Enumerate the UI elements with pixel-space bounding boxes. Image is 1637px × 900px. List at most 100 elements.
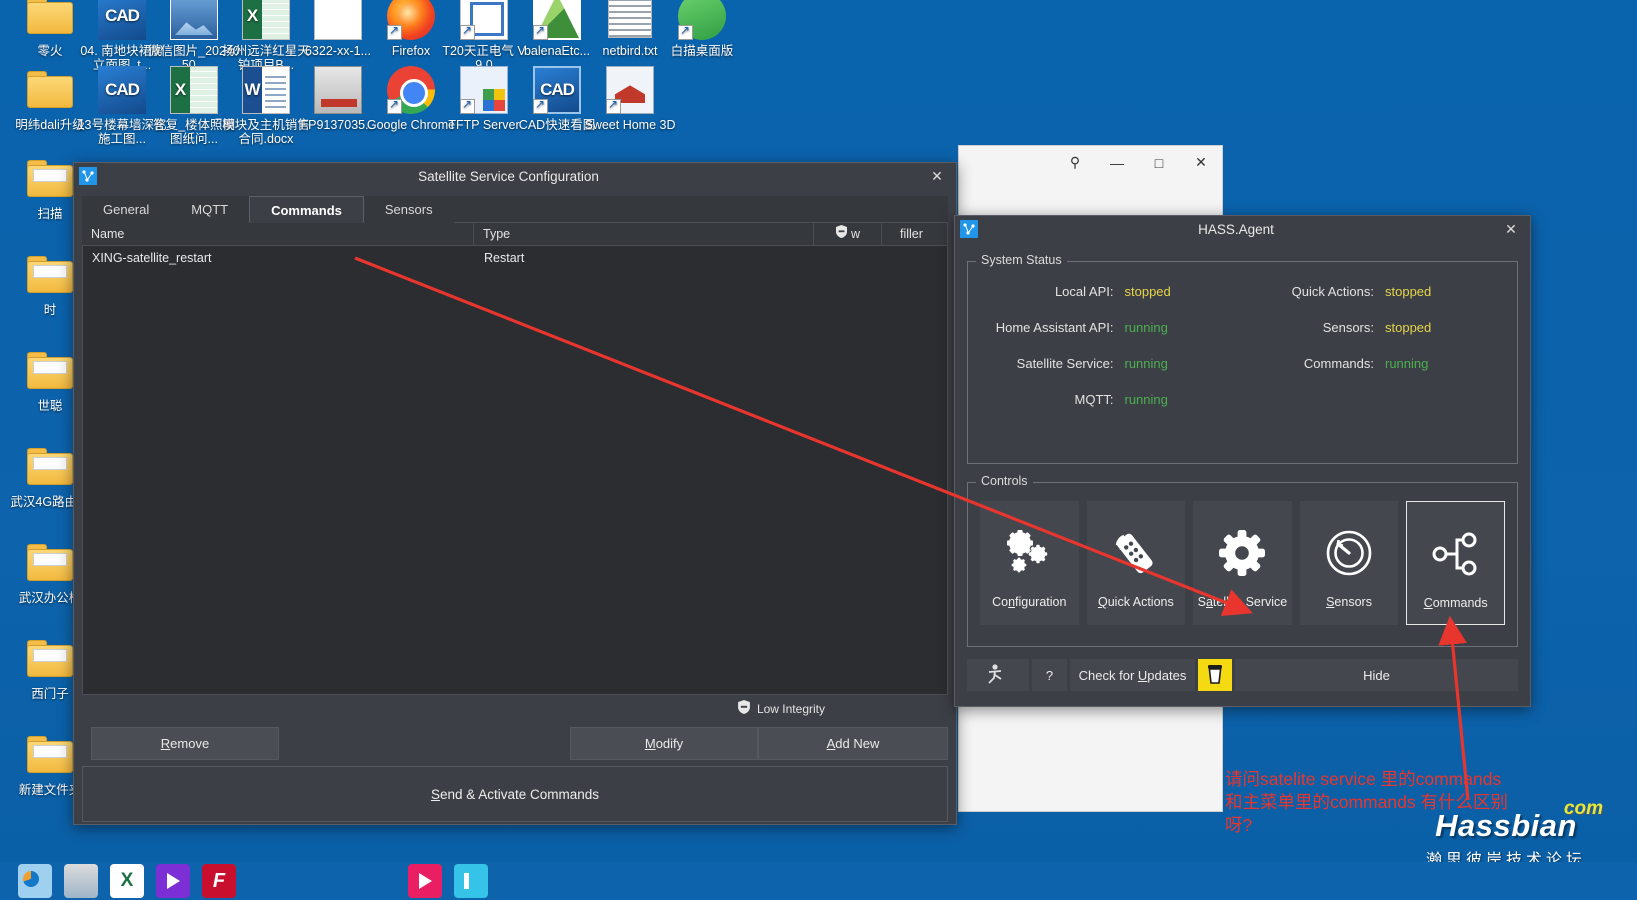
- sensors-button[interactable]: Sensors: [1299, 501, 1399, 625]
- cell-type: Restart: [484, 250, 525, 265]
- tftp-server-icon: [460, 66, 508, 114]
- excel-icon[interactable]: [110, 864, 144, 898]
- taskbar[interactable]: [0, 862, 1637, 900]
- commands-grid[interactable]: XING-satellite_restart Restart: [82, 246, 948, 695]
- modify-button[interactable]: Modify: [570, 727, 758, 760]
- hass-window-titlebar: HASS.Agent ✕: [955, 216, 1530, 242]
- gear-icon: [1218, 525, 1266, 581]
- explorer-icon[interactable]: [454, 864, 488, 898]
- filezilla-icon[interactable]: [202, 864, 236, 898]
- controls-row: Configuration Quick Actions Satellite Se…: [978, 497, 1507, 627]
- hass-bottom-button-row: ? Check for Updates Hide: [967, 659, 1518, 691]
- folder-icon: [26, 731, 74, 779]
- status-value: stopped: [1385, 320, 1432, 335]
- maximize-icon[interactable]: □: [1138, 147, 1180, 179]
- check-for-updates-button[interactable]: Check for Updates: [1070, 659, 1195, 691]
- status-commands: Commands: running: [1243, 356, 1504, 371]
- sensors-label: Sensors: [1326, 595, 1372, 609]
- background-window-titlebar: ⚲ — □ ✕: [959, 146, 1222, 179]
- configuration-button[interactable]: Configuration: [980, 501, 1079, 625]
- sensor-gauge-icon: [1325, 525, 1373, 581]
- help-button[interactable]: ?: [1032, 659, 1067, 691]
- commands-button[interactable]: Commands: [1406, 501, 1505, 625]
- status-mqtt: MQTT: running: [982, 392, 1243, 407]
- system-status-grid: Local API: stopped Quick Actions: stoppe…: [978, 276, 1507, 413]
- commands-grid-header: Name Type w filler column: [82, 222, 948, 264]
- column-header-filler[interactable]: filler column: [882, 222, 948, 264]
- tab-commands[interactable]: Commands: [249, 196, 364, 223]
- firefox-icon: [387, 0, 435, 40]
- remove-button[interactable]: Remove: [91, 727, 279, 760]
- column-header-type[interactable]: Type: [474, 222, 814, 246]
- gears-icon: [1003, 525, 1055, 581]
- device-icon[interactable]: [64, 864, 98, 898]
- status-value: stopped: [1385, 284, 1432, 299]
- quick-actions-button[interactable]: Quick Actions: [1086, 501, 1186, 625]
- close-icon[interactable]: ✕: [1180, 147, 1222, 179]
- app-icon: [79, 167, 97, 185]
- cell-name: XING-satellite_restart: [92, 250, 212, 265]
- status-quick-actions: Quick Actions: stopped: [1243, 284, 1504, 299]
- folder-icon: [26, 539, 74, 587]
- satellite-service-configuration-window[interactable]: Satellite Service Configuration ✕ Genera…: [73, 162, 957, 825]
- satellite-button-row: Remove Modify Add New: [82, 727, 948, 760]
- folder-icon: [26, 347, 74, 395]
- chrome-icon: [387, 66, 435, 114]
- column-header-name[interactable]: Name: [82, 222, 474, 246]
- cad-file-icon: CAD: [98, 66, 146, 114]
- word-icon: W: [242, 66, 290, 114]
- status-value: stopped: [1124, 284, 1171, 299]
- tab-general[interactable]: General: [82, 196, 171, 223]
- donate-button[interactable]: [1198, 659, 1232, 691]
- pin-icon[interactable]: ⚲: [1054, 147, 1096, 179]
- powerpoint-icon[interactable]: [18, 864, 52, 898]
- status-empty-cell: [1243, 392, 1504, 407]
- tab-sensors[interactable]: Sensors: [363, 196, 454, 223]
- hass-agent-window[interactable]: HASS.Agent ✕ System Status Local API: st…: [954, 215, 1531, 707]
- satellite-service-label: Satellite Service: [1197, 595, 1288, 609]
- quick-actions-label: Quick Actions: [1097, 595, 1174, 609]
- system-status-label: System Status: [976, 253, 1067, 267]
- close-icon[interactable]: ✕: [920, 164, 954, 188]
- controls-group: Controls Configuration Quick Actions Sat…: [967, 474, 1518, 647]
- tabstrip: General MQTT Commands Sensors: [82, 196, 948, 223]
- folder-icon: [26, 635, 74, 683]
- excel-icon: X: [242, 0, 290, 40]
- excel-icon: X: [170, 66, 218, 114]
- shield-icon: [836, 223, 847, 246]
- device-photo-icon: [314, 66, 362, 114]
- desktop-icon[interactable]: Sweet Home 3D: [584, 66, 676, 132]
- tab-mqtt[interactable]: MQTT: [170, 196, 250, 223]
- photo-icon: [170, 0, 218, 40]
- add-new-button[interactable]: Add New: [758, 727, 948, 760]
- close-icon[interactable]: ✕: [1494, 217, 1528, 241]
- generic-file-icon: [314, 0, 362, 40]
- folder-icon: [26, 0, 74, 40]
- controls-label: Controls: [976, 474, 1033, 488]
- shield-icon: [738, 700, 750, 717]
- status-home-assistant-api: Home Assistant API: running: [982, 320, 1243, 335]
- watermark: com Hassbian 瀚思彼岸技术论坛: [1375, 798, 1637, 870]
- desktop-icon[interactable]: 白描桌面版: [656, 0, 748, 58]
- accessibility-button[interactable]: [967, 659, 1029, 691]
- table-row[interactable]: XING-satellite_restart Restart: [83, 246, 947, 269]
- video-editor-icon[interactable]: [408, 864, 442, 898]
- hass-window-title: HASS.Agent: [1198, 221, 1274, 237]
- status-value: running: [1124, 356, 1168, 371]
- cad-viewer-icon: CAD: [533, 66, 581, 114]
- coffee-cup-icon: [1206, 663, 1224, 688]
- hide-button[interactable]: Hide: [1235, 659, 1518, 691]
- folder-icon: [26, 251, 74, 299]
- movies-icon[interactable]: [156, 864, 190, 898]
- status-value: running: [1385, 356, 1429, 371]
- remote-control-icon: [1110, 525, 1162, 581]
- minimize-icon[interactable]: —: [1096, 147, 1138, 179]
- text-file-icon: [606, 0, 654, 40]
- column-header-run-as[interactable]: w: [814, 222, 882, 246]
- annotation-line-1: 请问satelite service 里的commands: [1225, 769, 1502, 789]
- baimiao-icon: [678, 0, 726, 40]
- app-icon: [960, 220, 978, 238]
- satellite-service-button[interactable]: Satellite Service: [1193, 501, 1292, 625]
- folder-icon: [26, 443, 74, 491]
- send-activate-commands-button[interactable]: Send & Activate Commands: [82, 766, 948, 822]
